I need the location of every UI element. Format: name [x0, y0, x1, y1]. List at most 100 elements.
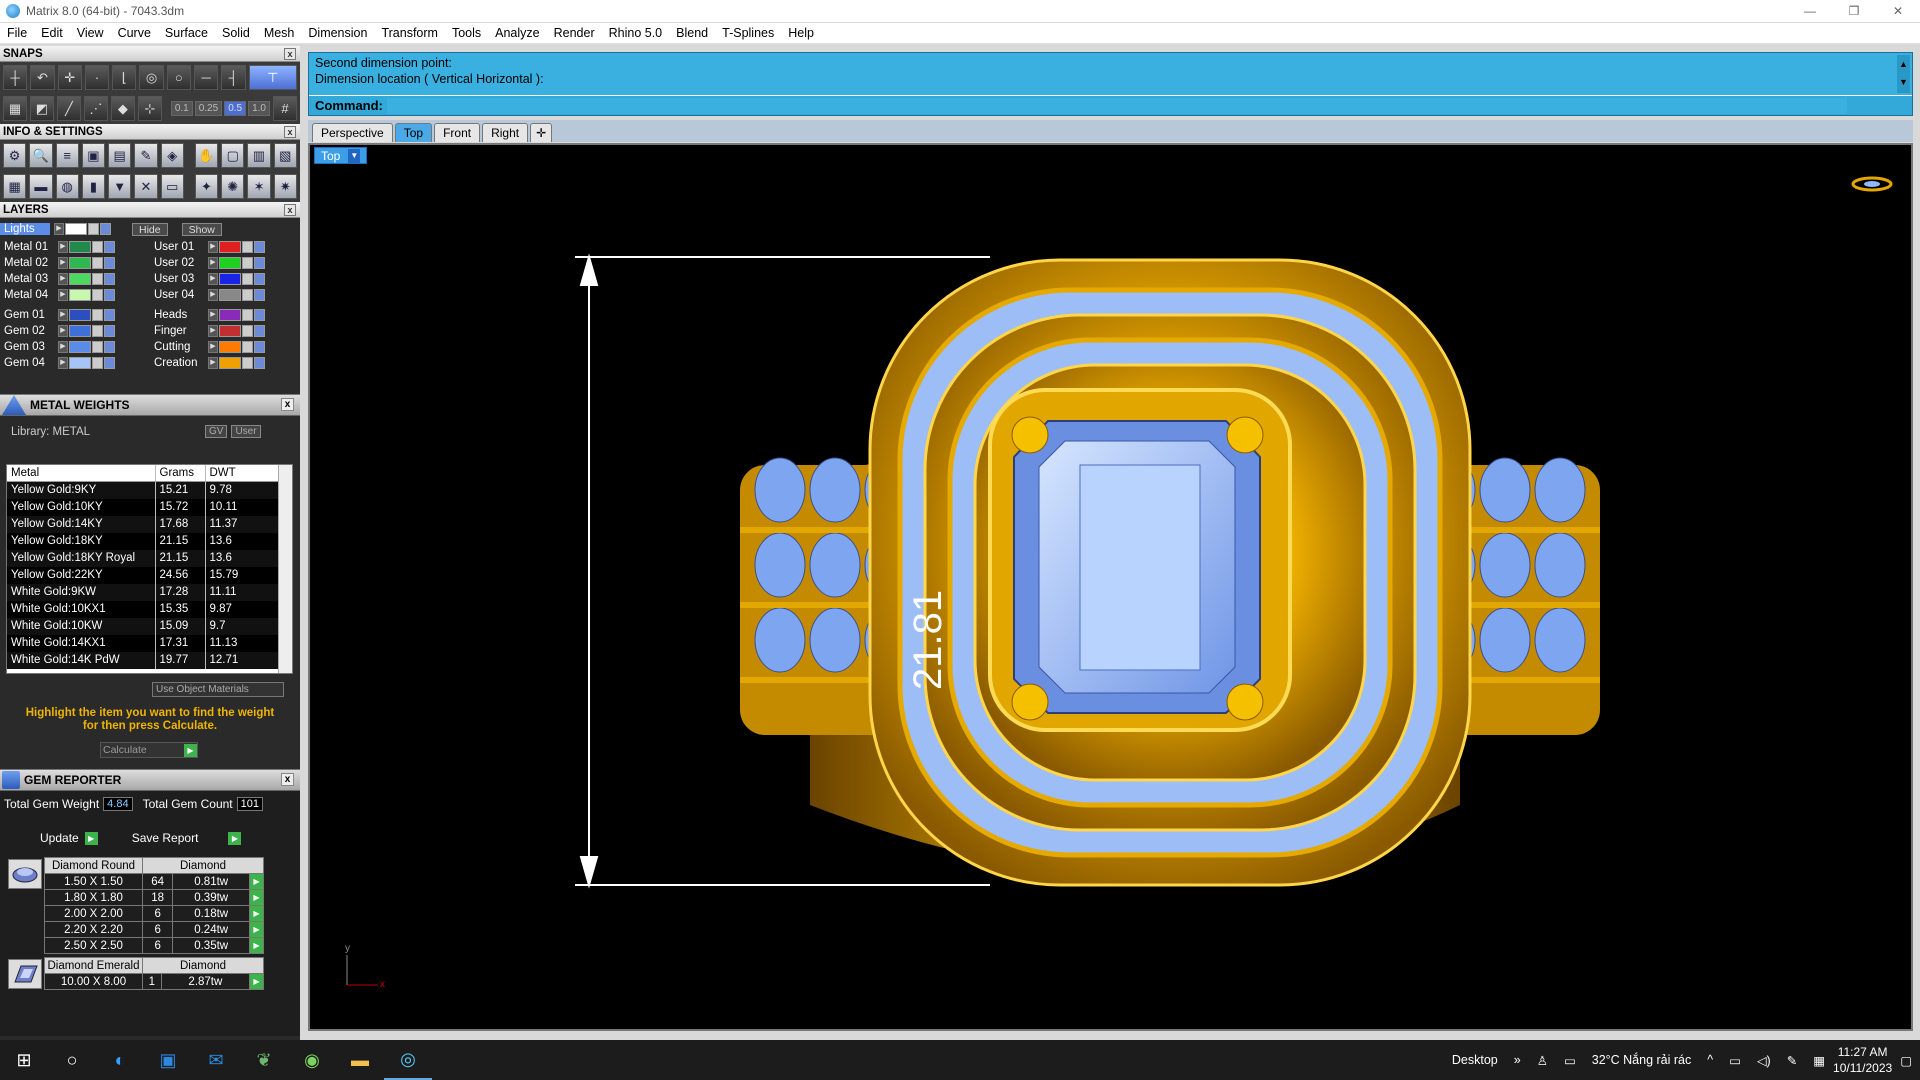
menu-edit[interactable]: Edit: [34, 26, 70, 40]
layer-name[interactable]: User 02: [150, 257, 208, 269]
snap-diamond-icon[interactable]: ◆: [110, 96, 135, 121]
snap-value-3[interactable]: 1.0: [248, 101, 270, 116]
tab-perspective[interactable]: Perspective: [312, 123, 393, 142]
close-icon[interactable]: x: [284, 125, 296, 138]
zoom-icon[interactable]: 🔍: [29, 143, 53, 168]
filter-icon[interactable]: ▼: [108, 174, 132, 199]
volume-icon[interactable]: ◁): [1757, 1053, 1771, 1068]
snap-quad-icon[interactable]: ○: [166, 65, 191, 90]
snap-curve-icon[interactable]: ↶: [30, 65, 55, 90]
layers-stack-icon[interactable]: ≡: [55, 143, 79, 168]
layer-row[interactable]: User 02 ▶: [150, 255, 300, 271]
table-row[interactable]: White Gold:14KX1 17.31 11.13: [7, 634, 279, 652]
mail-icon[interactable]: ✉: [192, 1040, 240, 1080]
select-gem-icon[interactable]: ▶: [249, 905, 264, 922]
layer-name[interactable]: Metal 03: [0, 273, 58, 285]
snap-plane-icon[interactable]: ▦: [3, 96, 27, 121]
tab-right[interactable]: Right: [482, 123, 529, 142]
snap-value-2[interactable]: 0.5: [224, 101, 247, 116]
dimension-value[interactable]: 21.81: [906, 590, 951, 690]
close-icon[interactable]: x: [284, 203, 296, 216]
menu-mesh[interactable]: Mesh: [257, 26, 302, 40]
layer-color-swatch[interactable]: [69, 241, 91, 253]
menu-curve[interactable]: Curve: [111, 26, 158, 40]
snap-mid-icon[interactable]: ─: [193, 65, 219, 90]
layer-color-swatch[interactable]: [219, 357, 241, 369]
layer-name[interactable]: Gem 03: [0, 341, 58, 353]
gv-button[interactable]: GV: [205, 425, 228, 438]
gem-row[interactable]: 2.00 X 2.00 6 0.18tw ▶: [44, 905, 264, 922]
store-icon[interactable]: ▣: [144, 1040, 192, 1080]
table-row[interactable]: Yellow Gold:18KY 21.15 13.6: [7, 532, 279, 550]
notification-icon[interactable]: ▢: [1900, 1053, 1912, 1068]
snap-point-icon[interactable]: ·: [84, 65, 110, 90]
visible-icon[interactable]: [254, 257, 265, 269]
edge-icon[interactable]: ◐: [96, 1040, 144, 1080]
document-icon[interactable]: ▤: [108, 143, 132, 168]
lock-icon[interactable]: [242, 357, 253, 369]
select-gem-icon[interactable]: ▶: [249, 937, 264, 954]
lock-icon[interactable]: [92, 257, 103, 269]
matrix-taskbar-icon[interactable]: ◎: [384, 1040, 432, 1080]
hand-icon[interactable]: ✋: [194, 143, 219, 168]
layer-name[interactable]: Gem 02: [0, 325, 58, 337]
gem-row[interactable]: 2.20 X 2.20 6 0.24tw ▶: [44, 921, 264, 938]
close-icon[interactable]: x: [281, 398, 294, 411]
keyboard-icon[interactable]: ▦: [1813, 1053, 1825, 1068]
grid-view-icon[interactable]: ▦: [3, 174, 27, 199]
lights-label[interactable]: Lights: [0, 223, 50, 235]
arrow-icon[interactable]: ▶: [208, 309, 218, 321]
arrow-icon[interactable]: ▶: [54, 223, 64, 235]
col-dwt[interactable]: DWT: [205, 465, 279, 482]
arrow-icon[interactable]: ▶: [58, 357, 68, 369]
lock-icon[interactable]: [92, 309, 103, 321]
arrow-icon[interactable]: ▶: [208, 357, 218, 369]
visible-icon[interactable]: [100, 223, 111, 235]
lock-icon[interactable]: [92, 241, 103, 253]
layer-row[interactable]: Cutting ▶: [150, 339, 300, 355]
snap-perp-icon[interactable]: ┤: [221, 65, 246, 90]
menu-tsplines[interactable]: T-Splines: [715, 26, 781, 40]
layer-color-swatch[interactable]: [65, 223, 87, 235]
layer-color-swatch[interactable]: [69, 257, 91, 269]
visible-icon[interactable]: [104, 257, 115, 269]
layer-name[interactable]: Heads: [150, 309, 208, 321]
menu-render[interactable]: Render: [547, 26, 602, 40]
arrow-icon[interactable]: ▶: [208, 289, 218, 301]
lock-icon[interactable]: [242, 325, 253, 337]
select-gem-icon[interactable]: ▶: [249, 889, 264, 906]
select-gem-icon[interactable]: ▶: [249, 921, 264, 938]
snap-grid-icon[interactable]: ┼: [3, 65, 28, 90]
scatter-icon[interactable]: ✺: [221, 174, 245, 199]
save-report-button[interactable]: Save Report ▶: [132, 831, 242, 845]
layer-name[interactable]: Metal 02: [0, 257, 58, 269]
layer-color-swatch[interactable]: [69, 273, 91, 285]
weather-icon[interactable]: ▭: [1564, 1053, 1576, 1068]
layer-row[interactable]: Gem 04 ▶: [0, 355, 150, 371]
table-row[interactable]: White Gold:10KW 15.09 9.7: [7, 617, 279, 635]
layer-color-swatch[interactable]: [219, 257, 241, 269]
layer-name[interactable]: Gem 04: [0, 357, 58, 369]
snap-grid-toggle-icon[interactable]: #: [273, 96, 297, 121]
snap-value-0[interactable]: 0.1: [170, 101, 193, 116]
lock-icon[interactable]: [242, 309, 253, 321]
desktop-label[interactable]: Desktop: [1452, 1053, 1498, 1067]
gem-icon[interactable]: ✦: [194, 174, 219, 199]
layer-color-swatch[interactable]: [69, 341, 91, 353]
snap-line-icon[interactable]: ╱: [56, 96, 81, 121]
layer-color-swatch[interactable]: [219, 273, 241, 285]
layer-name[interactable]: Cutting: [150, 341, 208, 353]
layer-color-swatch[interactable]: [219, 325, 241, 337]
tools-icon[interactable]: ✷: [273, 174, 297, 199]
layer-row[interactable]: Finger ▶: [150, 323, 300, 339]
layer-color-swatch[interactable]: [69, 309, 91, 321]
viewport-top[interactable]: Top ▼ 21.81 y x: [308, 143, 1913, 1031]
gem-row[interactable]: 2.50 X 2.50 6 0.35tw ▶: [44, 937, 264, 954]
arrow-icon[interactable]: ▶: [58, 257, 68, 269]
col-grams[interactable]: Grams: [155, 465, 206, 482]
visible-icon[interactable]: [254, 309, 265, 321]
visible-icon[interactable]: [254, 341, 265, 353]
lock-icon[interactable]: [242, 341, 253, 353]
visible-icon[interactable]: [254, 357, 265, 369]
layer-row[interactable]: Gem 02 ▶: [0, 323, 150, 339]
